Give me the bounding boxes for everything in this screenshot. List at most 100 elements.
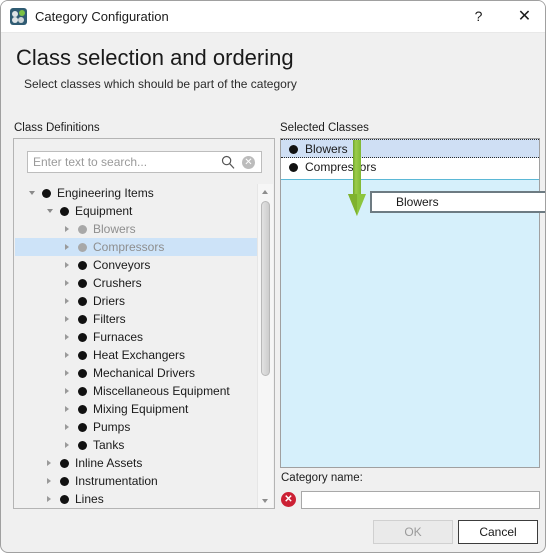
tree-item-tanks[interactable]: Tanks (15, 436, 258, 454)
tree-item-label: Engineering Items (57, 186, 154, 200)
class-bullet-icon (78, 315, 87, 324)
tree-item-label: Conveyors (93, 258, 151, 272)
tree-item-label: Furnaces (93, 330, 144, 344)
class-bullet-icon (289, 145, 298, 154)
class-bullet-icon (78, 279, 87, 288)
cancel-button[interactable]: Cancel (458, 520, 538, 544)
tree-item-blowers[interactable]: Blowers (15, 220, 258, 238)
class-definitions-label: Class Definitions (14, 122, 100, 134)
search-icon[interactable] (221, 155, 235, 169)
chevron-right-icon[interactable] (65, 280, 69, 286)
selected-class-label: Blowers (305, 142, 348, 156)
tree-item-engineering-items[interactable]: Engineering Items (15, 184, 258, 202)
clear-search-icon[interactable]: ✕ (242, 156, 255, 169)
tree-item-furnaces[interactable]: Furnaces (15, 328, 258, 346)
tree-item-heat-exchangers[interactable]: Heat Exchangers (15, 346, 258, 364)
tree-item-label: Mixing Equipment (93, 402, 189, 416)
tree-item-pumps[interactable]: Pumps (15, 418, 258, 436)
class-bullet-icon (60, 207, 69, 216)
tree-item-driers[interactable]: Driers (15, 292, 258, 310)
title-bar: Category Configuration ? ✕ (1, 1, 545, 33)
chevron-right-icon[interactable] (65, 262, 69, 268)
class-bullet-icon (60, 477, 69, 486)
class-bullet-icon (78, 441, 87, 450)
selected-class-label: Compressors (305, 160, 377, 174)
tree-item-label: Filters (93, 312, 126, 326)
chevron-right-icon[interactable] (47, 496, 51, 502)
tree-item-label: Compressors (93, 240, 165, 254)
chevron-right-icon[interactable] (65, 352, 69, 358)
chevron-right-icon[interactable] (65, 442, 69, 448)
class-bullet-icon (78, 261, 87, 270)
class-tree[interactable]: Engineering Items Equipment Blowers Compres… (15, 184, 274, 508)
chevron-right-icon[interactable] (65, 298, 69, 304)
tree-item-label: Pumps (93, 420, 131, 434)
category-name-label: Category name: (281, 472, 363, 484)
class-bullet-icon (78, 243, 87, 252)
class-bullet-icon (78, 225, 87, 234)
tree-item-compressors[interactable]: Compressors (15, 238, 258, 256)
tree-item-label: Crushers (93, 276, 142, 290)
search-input[interactable] (33, 152, 213, 172)
category-configuration-dialog: Category Configuration ? ✕ Class selecti… (0, 0, 546, 553)
tree-item-label: Instrumentation (75, 474, 158, 488)
tree-item-label: Heat Exchangers (93, 348, 186, 362)
chevron-right-icon[interactable] (65, 406, 69, 412)
chevron-down-icon[interactable] (47, 209, 53, 213)
chevron-right-icon[interactable] (65, 424, 69, 430)
class-bullet-icon (42, 189, 51, 198)
scroll-down-icon[interactable] (258, 493, 273, 508)
tree-item-label: Equipment (75, 204, 133, 218)
tree-item-label: Tanks (93, 438, 125, 452)
scrollbar-thumb[interactable] (261, 201, 270, 376)
chevron-down-icon[interactable] (29, 191, 35, 195)
tree-item-miscellaneous-equipment[interactable]: Miscellaneous Equipment (15, 382, 258, 400)
help-button[interactable]: ? (456, 1, 501, 32)
class-bullet-icon (78, 351, 87, 360)
drag-ghost-label: Blowers (396, 195, 439, 209)
app-icon (10, 8, 27, 25)
tree-item-crushers[interactable]: Crushers (15, 274, 258, 292)
chevron-right-icon[interactable] (65, 316, 69, 322)
selected-classes-list[interactable]: Blowers Compressors (280, 138, 540, 468)
class-bullet-icon (78, 333, 87, 342)
tree-item-instrumentation[interactable]: Instrumentation (15, 472, 258, 490)
class-bullet-icon (60, 459, 69, 468)
tree-item-label: Mechanical Drivers (93, 366, 196, 380)
chevron-right-icon[interactable] (47, 478, 51, 484)
tree-item-label: Blowers (93, 222, 136, 236)
class-bullet-icon (78, 405, 87, 414)
ok-button[interactable]: OK (373, 520, 453, 544)
selected-classes-label: Selected Classes (280, 122, 369, 134)
tree-item-mixing-equipment[interactable]: Mixing Equipment (15, 400, 258, 418)
selected-class-row[interactable]: Blowers (281, 139, 539, 158)
chevron-right-icon[interactable] (65, 244, 69, 250)
chevron-right-icon[interactable] (65, 388, 69, 394)
tree-item-filters[interactable]: Filters (15, 310, 258, 328)
class-bullet-icon (78, 297, 87, 306)
search-box[interactable]: ✕ (27, 151, 262, 173)
chevron-right-icon[interactable] (65, 370, 69, 376)
tree-item-lines[interactable]: Lines (15, 490, 258, 508)
tree-item-label: Driers (93, 294, 125, 308)
error-circle-icon: ✕ (281, 492, 296, 507)
drop-zone[interactable] (281, 179, 539, 467)
tree-item-inline-assets[interactable]: Inline Assets (15, 454, 258, 472)
tree-item-label: Miscellaneous Equipment (93, 384, 230, 398)
page-title: Class selection and ordering (16, 45, 294, 70)
scroll-up-icon[interactable] (258, 184, 273, 199)
page-subtitle: Select classes which should be part of t… (24, 77, 297, 91)
chevron-right-icon[interactable] (65, 334, 69, 340)
tree-item-conveyors[interactable]: Conveyors (15, 256, 258, 274)
tree-scrollbar[interactable] (257, 184, 273, 508)
class-bullet-icon (78, 423, 87, 432)
class-bullet-icon (78, 369, 87, 378)
category-name-input[interactable] (301, 491, 540, 509)
chevron-right-icon[interactable] (65, 226, 69, 232)
close-button[interactable]: ✕ (502, 1, 545, 32)
class-bullet-icon (289, 163, 298, 172)
chevron-right-icon[interactable] (47, 460, 51, 466)
tree-item-equipment[interactable]: Equipment (15, 202, 258, 220)
selected-class-row[interactable]: Compressors (281, 158, 539, 177)
tree-item-mechanical-drivers[interactable]: Mechanical Drivers (15, 364, 258, 382)
